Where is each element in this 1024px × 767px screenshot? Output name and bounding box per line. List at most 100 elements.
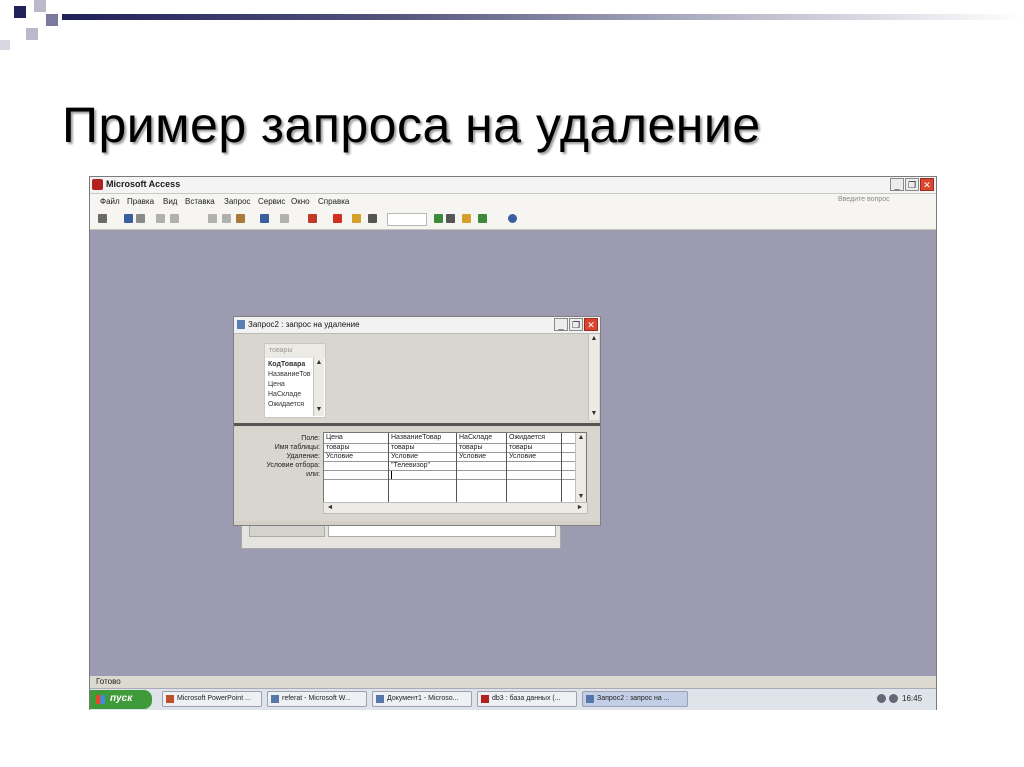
menu-query[interactable]: Запрос [224,197,251,206]
access-window: Microsoft Access _ ❐ ✕ Файл Правка Вид В… [89,176,937,710]
slide-top-bar [62,14,1022,20]
access-titlebar: Microsoft Access _ ❐ ✕ [90,177,936,194]
menu-view[interactable]: Вид [163,197,177,206]
grid-cell-field[interactable]: Ожидается [509,434,561,441]
help-search-input[interactable]: Введите вопрос [838,196,932,207]
top-values-combo[interactable] [387,213,427,226]
show-table-icon[interactable] [352,214,361,223]
query-icon [586,695,594,703]
taskbar-item-label: Запрос2 : запрос на ... [597,695,670,702]
row-label-or: или: [306,471,320,478]
taskbar-item-label: db3 : база данных (... [492,695,561,702]
menu-insert[interactable]: Вставка [185,197,215,206]
grid-cell-criteria[interactable]: "Телевизор" [391,462,455,469]
grid-horizontal-scrollbar[interactable]: ◄ ► [323,502,588,514]
field-list-item[interactable]: Ожидается [268,401,304,408]
totals-icon[interactable] [368,214,377,223]
grid-cell-field[interactable]: Цена [326,434,386,441]
print-icon[interactable] [156,214,165,223]
pane-splitter[interactable] [234,423,600,426]
minimize-button[interactable]: _ [890,178,904,191]
table-name: товары [269,347,293,354]
grid-cell-field[interactable]: НазваниеТовар [391,434,455,441]
start-button[interactable]: пуск [90,690,152,709]
network-icon[interactable] [877,694,886,703]
grid-cell-delete[interactable]: Условие [459,453,505,460]
powerpoint-icon [166,695,174,703]
taskbar-item-word-referat[interactable]: referat - Microsoft W... [267,691,367,707]
menu-edit[interactable]: Правка [127,197,154,206]
grid-cell-delete[interactable]: Условие [391,453,455,460]
table-field-list: товары КодТовара НазваниеТов Цена НаСкла… [264,343,326,418]
close-button[interactable]: ✕ [920,178,934,191]
redo-icon[interactable] [280,214,289,223]
query-type-icon[interactable] [308,214,317,223]
scroll-down-icon[interactable]: ▼ [590,410,598,418]
scroll-down-icon[interactable]: ▼ [315,406,323,414]
access-app-icon [92,179,103,190]
grid-cell-table[interactable]: товары [326,444,386,451]
table-pane-scrollbar[interactable]: ▲ ▼ [588,334,599,420]
grid-cell-table[interactable]: товары [509,444,561,451]
taskbar-item-query[interactable]: Запрос2 : запрос на ... [582,691,688,707]
deco-square [14,6,26,18]
menu-tools[interactable]: Сервис [258,197,285,206]
menu-file[interactable]: Файл [100,197,120,206]
taskbar-item-word-document[interactable]: Документ1 - Microso... [372,691,472,707]
field-list-item[interactable]: НазваниеТов [268,371,311,378]
scroll-up-icon[interactable]: ▲ [315,359,323,367]
query-minimize-button[interactable]: _ [554,318,568,331]
start-label: пуск [110,693,133,704]
volume-icon[interactable] [889,694,898,703]
database-window-icon[interactable] [462,214,471,223]
help-icon[interactable] [508,214,517,223]
scroll-left-icon[interactable]: ◄ [326,504,334,512]
field-list-item[interactable]: Цена [268,381,285,388]
text-cursor [391,471,392,479]
build-icon[interactable] [446,214,455,223]
undo-icon[interactable] [260,214,269,223]
save-icon[interactable] [124,214,133,223]
grid-cell-table[interactable]: товары [391,444,455,451]
scroll-right-icon[interactable]: ► [576,504,584,512]
view-icon[interactable] [98,214,107,223]
search-icon[interactable] [136,214,145,223]
grid-cell-delete[interactable]: Условие [509,453,561,460]
toolbar [90,210,936,230]
grid-cell-delete[interactable]: Условие [326,453,386,460]
slide-decoration [0,0,80,60]
scroll-up-icon[interactable]: ▲ [577,434,585,442]
query-design-window: Запрос2 : запрос на удаление _ ❐ ✕ товар… [233,316,601,526]
grid-scrollbar[interactable]: ▲ ▼ [575,433,586,504]
run-icon[interactable] [333,214,342,223]
cut-icon[interactable] [208,214,217,223]
deco-square [46,14,58,26]
query-icon [237,320,245,329]
deco-square [34,0,46,12]
menu-help[interactable]: Справка [318,197,349,206]
field-list-scrollbar[interactable]: ▲ ▼ [313,358,324,416]
query-restore-button[interactable]: ❐ [569,318,583,331]
copy-icon[interactable] [222,214,231,223]
taskbar-item-database[interactable]: db3 : база данных (... [477,691,577,707]
paste-icon[interactable] [236,214,245,223]
scroll-down-icon[interactable]: ▼ [577,493,585,501]
menu-window[interactable]: Окно [291,197,310,206]
scroll-up-icon[interactable]: ▲ [590,335,598,343]
query-window-titlebar: Запрос2 : запрос на удаление _ ❐ ✕ [234,317,600,334]
taskbar-item-label: Документ1 - Microso... [387,695,459,702]
new-object-icon[interactable] [478,214,487,223]
restore-button[interactable]: ❐ [905,178,919,191]
clock[interactable]: 16:45 [902,694,922,703]
table-field-list-header: товары [265,344,325,358]
taskbar-item-powerpoint[interactable]: Microsoft PowerPoint ... [162,691,262,707]
properties-icon[interactable] [434,214,443,223]
status-text: Готово [96,677,121,686]
row-label-criteria: Условие отбора: [266,462,320,469]
field-list-item[interactable]: НаСкладе [268,391,301,398]
query-close-button[interactable]: ✕ [584,318,598,331]
field-list-item[interactable]: КодТовара [268,361,305,368]
grid-cell-table[interactable]: товары [459,444,505,451]
grid-cell-field[interactable]: НаСкладе [459,434,505,441]
preview-icon[interactable] [170,214,179,223]
